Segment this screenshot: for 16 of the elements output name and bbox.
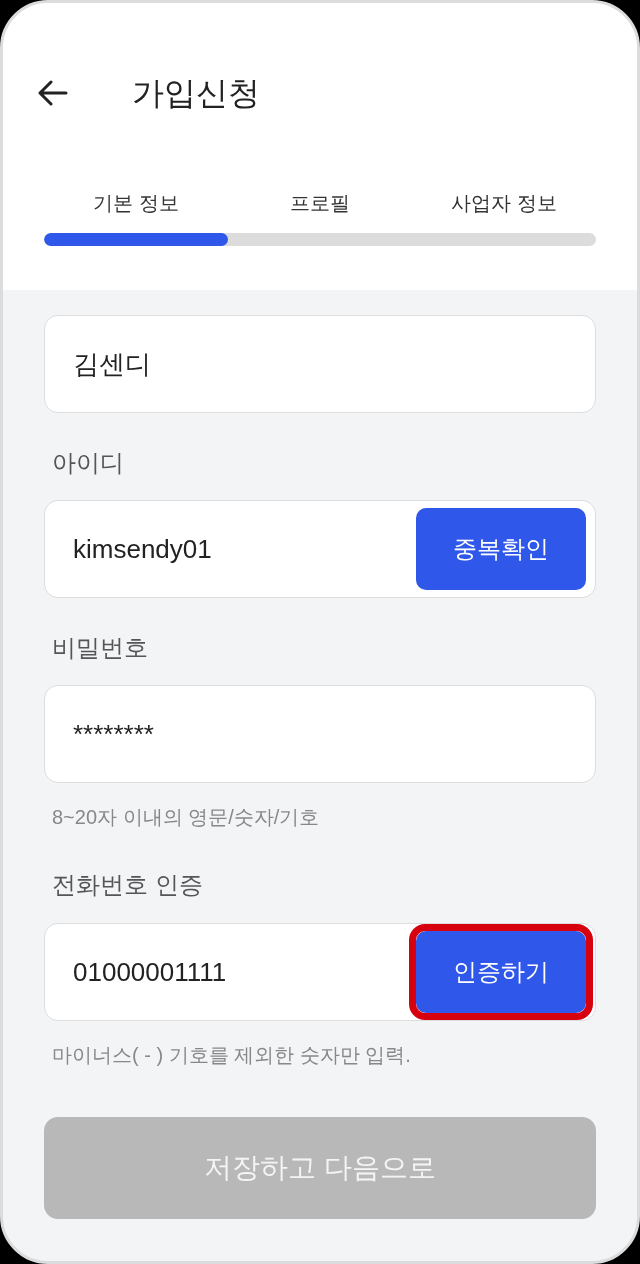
step-label: 사업자 정보 xyxy=(451,191,557,216)
hint-text: 마이너스( - ) 기호를 제외한 숫자만 입력. xyxy=(51,1043,411,1068)
text-field[interactable]: 김센디 xyxy=(44,315,596,413)
field-label: 비밀번호 xyxy=(51,633,148,663)
action-button[interactable]: 중복확인 xyxy=(416,508,586,590)
page-title: 가입신청 xyxy=(132,74,260,113)
action-button[interactable]: 인증하기 xyxy=(416,931,586,1013)
text-field[interactable]: ******** xyxy=(44,685,596,783)
back-arrow-icon[interactable] xyxy=(38,80,68,106)
hint-text: 8~20자 이내의 영문/숫자/기호 xyxy=(51,805,320,830)
step-label: 프로필 xyxy=(290,191,350,216)
text-field[interactable]: 01000001111 인증하기 xyxy=(44,923,596,1021)
field-label: 전화번호 인증 xyxy=(51,870,203,900)
step-label: 기본 정보 xyxy=(93,191,179,216)
text-field[interactable]: kimsendy01 중복확인 xyxy=(44,500,596,598)
field-label: 아이디 xyxy=(51,448,124,478)
